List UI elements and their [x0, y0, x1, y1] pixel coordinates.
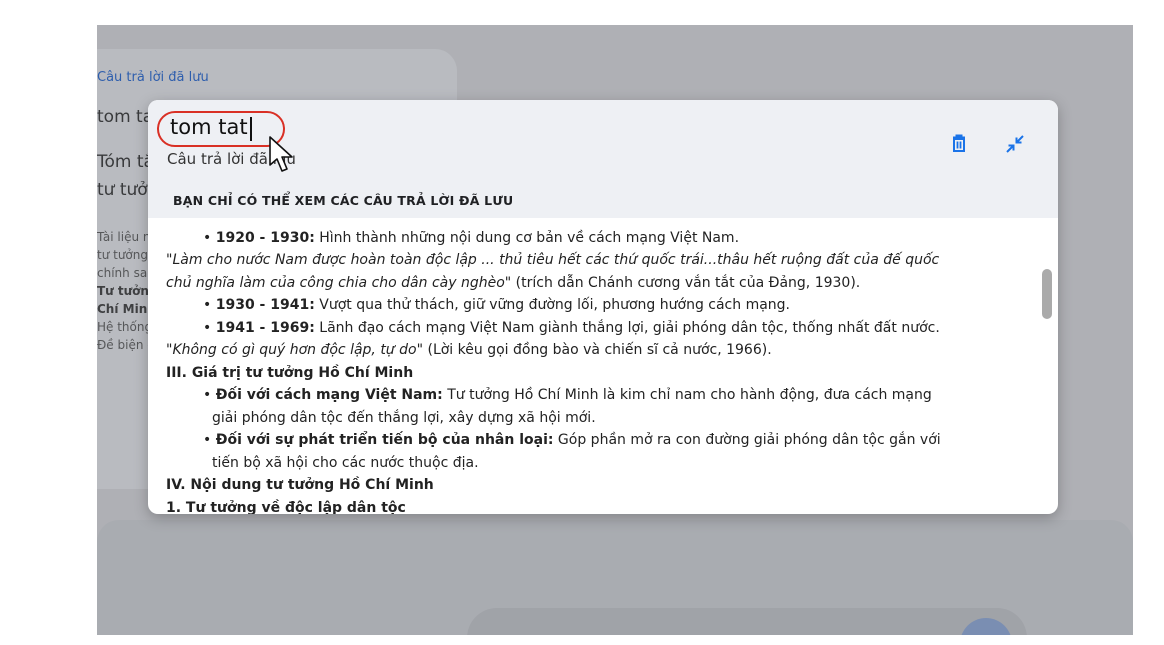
bold-text: Đối với sự phát triển tiến bộ của nhân l…: [215, 432, 554, 448]
body-text: Lãnh đạo cách mạng Việt Nam giành thắng …: [314, 319, 940, 336]
bold-text: III. Giá trị tư tưởng Hồ Chí Minh: [166, 364, 414, 381]
quote-text: chủ nghĩa làm của công chia cho dân cày …: [166, 274, 512, 291]
collapse-button[interactable]: [1002, 131, 1028, 157]
content-line: giải phóng dân tộc đến thắng lợi, xây dự…: [212, 407, 596, 430]
content-line: III. Giá trị tư tưởng Hồ Chí Minh: [166, 362, 413, 385]
bold-text: 1930 - 1941:: [215, 297, 315, 313]
body-text: Hình thành những nội dung cơ bản về cách…: [314, 229, 740, 246]
content-line: 1. Tư tưởng về độc lập dân tộc: [166, 497, 406, 515]
content-line: • Đối với sự phát triển tiến bộ của nhân…: [203, 429, 941, 452]
bullet: •: [203, 319, 216, 336]
content-line: • 1920 - 1930: Hình thành những nội dung…: [203, 227, 739, 250]
mouse-pointer-icon: [269, 136, 293, 172]
body-text: Vượt qua thử thách, giữ vững đường lối, …: [314, 297, 791, 313]
bold-text: IV. Nội dung tư tưởng Hồ Chí Minh: [166, 477, 434, 493]
content-line: tiến bộ xã hội cho các nước thuộc địa.: [212, 452, 479, 475]
content-line: • Đối với cách mạng Việt Nam: Tư tưởng H…: [203, 384, 932, 407]
content-line: IV. Nội dung tư tưởng Hồ Chí Minh: [166, 474, 434, 497]
trash-icon: [953, 134, 965, 152]
content-line: chủ nghĩa làm của công chia cho dân cày …: [166, 272, 860, 295]
bold-text: 1941 - 1969:: [215, 319, 315, 336]
bold-text: 1920 - 1930:: [215, 229, 315, 246]
bullet: •: [203, 387, 216, 403]
text-caret: [250, 117, 252, 141]
saved-query-title: tom tat: [170, 115, 248, 139]
body-text: giải phóng dân tộc đến thắng lợi, xây dự…: [212, 409, 596, 426]
body-text: tiến bộ xã hội cho các nước thuộc địa.: [212, 454, 479, 471]
read-only-banner: BẠN CHỈ CÓ THỂ XEM CÁC CÂU TRẢ LỜI ĐÃ LƯ…: [148, 182, 1058, 218]
quote-text: "Không có gì quý hơn độc lập, tự do": [166, 342, 424, 358]
saved-answer-content[interactable]: • 1920 - 1930: Hình thành những nội dung…: [148, 218, 1058, 515]
body-text: Góp phần mở ra con đường giải phóng dân …: [553, 432, 941, 448]
content-line: • 1941 - 1969: Lãnh đạo cách mạng Việt N…: [203, 317, 940, 340]
content-line: "Làm cho nước Nam được hoàn toàn độc lập…: [166, 249, 939, 272]
bold-text: Đối với cách mạng Việt Nam:: [215, 387, 443, 403]
delete-button[interactable]: [946, 131, 972, 157]
collapse-arrows-icon: [1006, 135, 1024, 153]
bullet: •: [203, 432, 216, 448]
body-text: (Lời kêu gọi đồng bào và chiến sĩ cả nướ…: [423, 342, 772, 358]
bullet: •: [203, 229, 216, 246]
content-line: • 1930 - 1941: Vượt qua thử thách, giữ v…: [203, 294, 790, 317]
content-line: "Không có gì quý hơn độc lập, tự do" (Lờ…: [166, 339, 772, 362]
scrollbar-thumb[interactable]: [1042, 269, 1052, 319]
bold-text: 1. Tư tưởng về độc lập dân tộc: [166, 499, 406, 515]
bullet: •: [203, 297, 216, 313]
body-text: (trích dẫn Chánh cương vắn tắt của Đảng,…: [511, 274, 861, 291]
read-only-banner-text: BẠN CHỈ CÓ THỂ XEM CÁC CÂU TRẢ LỜI ĐÃ LƯ…: [173, 193, 514, 208]
body-text: Tư tưởng Hồ Chí Minh là kim chỉ nam cho …: [442, 387, 932, 403]
quote-text: "Làm cho nước Nam được hoàn toàn độc lập…: [166, 252, 940, 268]
